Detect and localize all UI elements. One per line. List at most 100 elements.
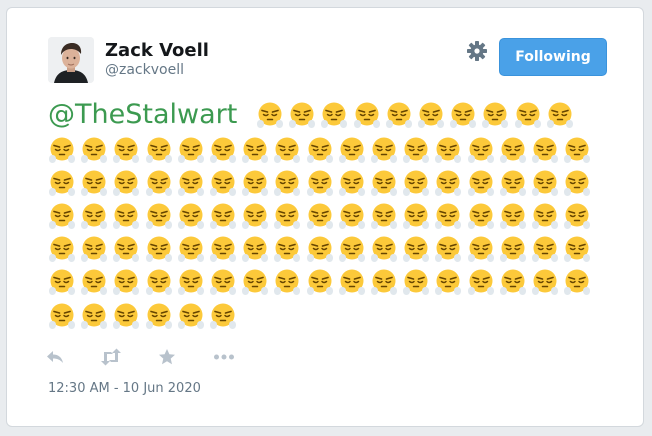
face-with-steam-from-nose-emoji — [112, 268, 140, 296]
face-with-steam-from-nose-emoji — [48, 202, 76, 230]
face-with-steam-from-nose-emoji — [80, 268, 108, 296]
face-with-steam-from-nose-emoji — [145, 268, 173, 296]
face-with-steam-from-nose-emoji — [531, 169, 559, 197]
face-with-steam-from-nose-emoji — [467, 235, 495, 263]
face-with-steam-from-nose-emoji — [306, 202, 334, 230]
face-with-steam-from-nose-emoji — [241, 268, 269, 296]
face-with-steam-from-nose-emoji — [531, 235, 559, 263]
following-button[interactable]: Following — [499, 38, 607, 76]
face-with-steam-from-nose-emoji — [338, 268, 366, 296]
face-with-steam-from-nose-emoji — [145, 136, 173, 164]
face-with-steam-from-nose-emoji — [338, 169, 366, 197]
tweet-card: Zack Voell @zackvoell Following @TheStal… — [6, 7, 644, 427]
face-with-steam-from-nose-emoji — [177, 268, 205, 296]
face-with-steam-from-nose-emoji — [531, 202, 559, 230]
reply-icon[interactable] — [45, 348, 65, 370]
face-with-steam-from-nose-emoji — [241, 136, 269, 164]
face-with-steam-from-nose-emoji — [402, 268, 430, 296]
face-with-steam-from-nose-emoji — [402, 202, 430, 230]
face-with-steam-from-nose-emoji — [112, 302, 140, 330]
face-with-steam-from-nose-emoji — [48, 136, 76, 164]
face-with-steam-from-nose-emoji — [370, 235, 398, 263]
face-with-steam-from-nose-emoji — [514, 101, 542, 129]
face-with-steam-from-nose-emoji — [563, 136, 591, 164]
face-with-steam-from-nose-emoji — [370, 202, 398, 230]
face-with-steam-from-nose-emoji — [402, 136, 430, 164]
face-with-steam-from-nose-emoji — [402, 235, 430, 263]
avatar-image — [48, 37, 94, 83]
face-with-steam-from-nose-emoji — [145, 169, 173, 197]
face-with-steam-from-nose-emoji — [48, 268, 76, 296]
face-with-steam-from-nose-emoji — [241, 202, 269, 230]
face-with-steam-from-nose-emoji — [306, 268, 334, 296]
face-with-steam-from-nose-emoji — [467, 136, 495, 164]
face-with-steam-from-nose-emoji — [112, 136, 140, 164]
face-with-steam-from-nose-emoji — [241, 169, 269, 197]
face-with-steam-from-nose-emoji — [385, 101, 413, 129]
face-with-steam-from-nose-emoji — [48, 235, 76, 263]
face-with-steam-from-nose-emoji — [177, 136, 205, 164]
face-with-steam-from-nose-emoji — [370, 169, 398, 197]
more-icon[interactable] — [213, 348, 235, 370]
face-with-steam-from-nose-emoji — [434, 268, 462, 296]
face-with-steam-from-nose-emoji — [320, 101, 348, 129]
face-with-steam-from-nose-emoji — [370, 136, 398, 164]
gear-icon[interactable] — [466, 40, 488, 62]
face-with-steam-from-nose-emoji — [273, 268, 301, 296]
face-with-steam-from-nose-emoji — [434, 202, 462, 230]
face-with-steam-from-nose-emoji — [563, 235, 591, 263]
face-with-steam-from-nose-emoji — [531, 268, 559, 296]
face-with-steam-from-nose-emoji — [48, 169, 76, 197]
face-with-steam-from-nose-emoji — [273, 202, 301, 230]
face-with-steam-from-nose-emoji — [563, 169, 591, 197]
face-with-steam-from-nose-emoji — [434, 136, 462, 164]
face-with-steam-from-nose-emoji — [402, 169, 430, 197]
tweet-timestamp[interactable]: 12:30 AM - 10 Jun 2020 — [48, 381, 201, 396]
retweet-icon[interactable] — [100, 348, 122, 370]
face-with-steam-from-nose-emoji — [370, 268, 398, 296]
face-with-steam-from-nose-emoji — [112, 169, 140, 197]
face-with-steam-from-nose-emoji — [209, 136, 237, 164]
face-with-steam-from-nose-emoji — [563, 268, 591, 296]
face-with-steam-from-nose-emoji — [273, 235, 301, 263]
face-with-steam-from-nose-emoji — [209, 302, 237, 330]
face-with-steam-from-nose-emoji — [449, 101, 477, 129]
face-with-steam-from-nose-emoji — [80, 302, 108, 330]
face-with-steam-from-nose-emoji — [563, 202, 591, 230]
face-with-steam-from-nose-emoji — [241, 235, 269, 263]
face-with-steam-from-nose-emoji — [209, 202, 237, 230]
author-handle[interactable]: @zackvoell — [105, 62, 184, 78]
face-with-steam-from-nose-emoji — [256, 101, 284, 129]
face-with-steam-from-nose-emoji — [288, 101, 316, 129]
face-with-steam-from-nose-emoji — [353, 101, 381, 129]
face-with-steam-from-nose-emoji — [434, 169, 462, 197]
face-with-steam-from-nose-emoji — [481, 101, 509, 129]
face-with-steam-from-nose-emoji — [80, 169, 108, 197]
face-with-steam-from-nose-emoji — [499, 169, 527, 197]
face-with-steam-from-nose-emoji — [499, 235, 527, 263]
face-with-steam-from-nose-emoji — [306, 169, 334, 197]
face-with-steam-from-nose-emoji — [80, 202, 108, 230]
face-with-steam-from-nose-emoji — [417, 101, 445, 129]
author-name[interactable]: Zack Voell — [105, 40, 209, 61]
star-icon[interactable] — [158, 348, 176, 370]
face-with-steam-from-nose-emoji — [338, 235, 366, 263]
face-with-steam-from-nose-emoji — [80, 235, 108, 263]
face-with-steam-from-nose-emoji — [434, 235, 462, 263]
face-with-steam-from-nose-emoji — [273, 169, 301, 197]
avatar[interactable] — [48, 37, 94, 83]
face-with-steam-from-nose-emoji — [467, 268, 495, 296]
face-with-steam-from-nose-emoji — [467, 202, 495, 230]
face-with-steam-from-nose-emoji — [209, 268, 237, 296]
face-with-steam-from-nose-emoji — [177, 202, 205, 230]
face-with-steam-from-nose-emoji — [273, 136, 301, 164]
face-with-steam-from-nose-emoji — [499, 202, 527, 230]
face-with-steam-from-nose-emoji — [499, 136, 527, 164]
face-with-steam-from-nose-emoji — [306, 136, 334, 164]
face-with-steam-from-nose-emoji — [112, 235, 140, 263]
face-with-steam-from-nose-emoji — [531, 136, 559, 164]
mention-link[interactable]: @TheStalwart — [48, 99, 237, 130]
face-with-steam-from-nose-emoji — [80, 136, 108, 164]
face-with-steam-from-nose-emoji — [112, 202, 140, 230]
face-with-steam-from-nose-emoji — [338, 202, 366, 230]
